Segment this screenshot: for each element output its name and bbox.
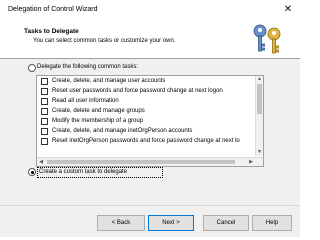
task-label: Reset user passwords and force password …	[52, 88, 223, 94]
task-checkbox[interactable]	[41, 128, 48, 135]
task-checkbox[interactable]	[41, 108, 48, 115]
task-label: Reset inetOrgPerson passwords and force …	[52, 138, 240, 144]
common-tasks-list[interactable]: Create, delete, and manage user accounts…	[36, 75, 264, 167]
help-button[interactable]: Help	[252, 215, 292, 231]
list-item[interactable]: Modify the membership of a group	[41, 117, 251, 126]
task-checkbox[interactable]	[41, 118, 48, 125]
page-subtitle: You can select common tasks or customize…	[33, 38, 176, 44]
list-item[interactable]: Reset inetOrgPerson passwords and force …	[41, 137, 251, 146]
custom-task-label[interactable]: Create a custom task to delegate	[39, 169, 127, 176]
next-button[interactable]: Next >	[148, 215, 194, 231]
footer-divider	[0, 205, 300, 206]
task-label: Read all user information	[52, 98, 119, 104]
scroll-left-icon[interactable]: ◀	[37, 158, 45, 166]
common-tasks-radio[interactable]	[28, 64, 36, 72]
task-label: Create, delete and manage groups	[52, 108, 145, 114]
task-checkbox[interactable]	[41, 78, 48, 85]
list-item[interactable]: Read all user information	[41, 97, 251, 106]
back-button[interactable]: < Back	[97, 215, 145, 231]
task-label: Create, delete, and manage inetOrgPerson…	[52, 128, 193, 134]
window-title: Delegation of Control Wizard	[8, 6, 98, 13]
task-checkbox[interactable]	[41, 138, 48, 145]
title-bar: Delegation of Control Wizard ✕	[0, 0, 300, 20]
task-label: Create, delete, and manage user accounts	[52, 78, 166, 84]
cancel-button[interactable]: Cancel	[203, 215, 249, 231]
list-item[interactable]: Create, delete and manage groups	[41, 107, 251, 116]
page-title: Tasks to Delegate	[24, 28, 79, 35]
task-checkbox[interactable]	[41, 88, 48, 95]
close-icon[interactable]: ✕	[282, 4, 294, 16]
header-divider	[0, 58, 300, 59]
vertical-scrollbar[interactable]: ▲ ▼	[255, 76, 263, 156]
list-item[interactable]: Reset user passwords and force password …	[41, 87, 251, 96]
custom-task-radio[interactable]	[28, 168, 36, 176]
horizontal-scrollbar[interactable]: ◀ ▶	[37, 157, 263, 166]
task-checkbox[interactable]	[41, 98, 48, 105]
keys-icon	[253, 24, 281, 54]
vertical-scroll-thumb[interactable]	[257, 84, 262, 114]
horizontal-scroll-thumb[interactable]	[47, 160, 235, 164]
task-label: Modify the membership of a group	[52, 118, 144, 124]
scroll-up-icon[interactable]: ▲	[256, 76, 263, 83]
list-item[interactable]: Create, delete, and manage user accounts	[41, 77, 251, 86]
wizard-window: Delegation of Control Wizard ✕ Tasks to …	[0, 0, 300, 237]
scroll-down-icon[interactable]: ▼	[256, 149, 263, 156]
list-item[interactable]: Create, delete, and manage inetOrgPerson…	[41, 127, 251, 136]
common-tasks-label[interactable]: Delegate the following common tasks:	[37, 64, 138, 71]
scroll-right-icon[interactable]: ▶	[247, 158, 255, 166]
